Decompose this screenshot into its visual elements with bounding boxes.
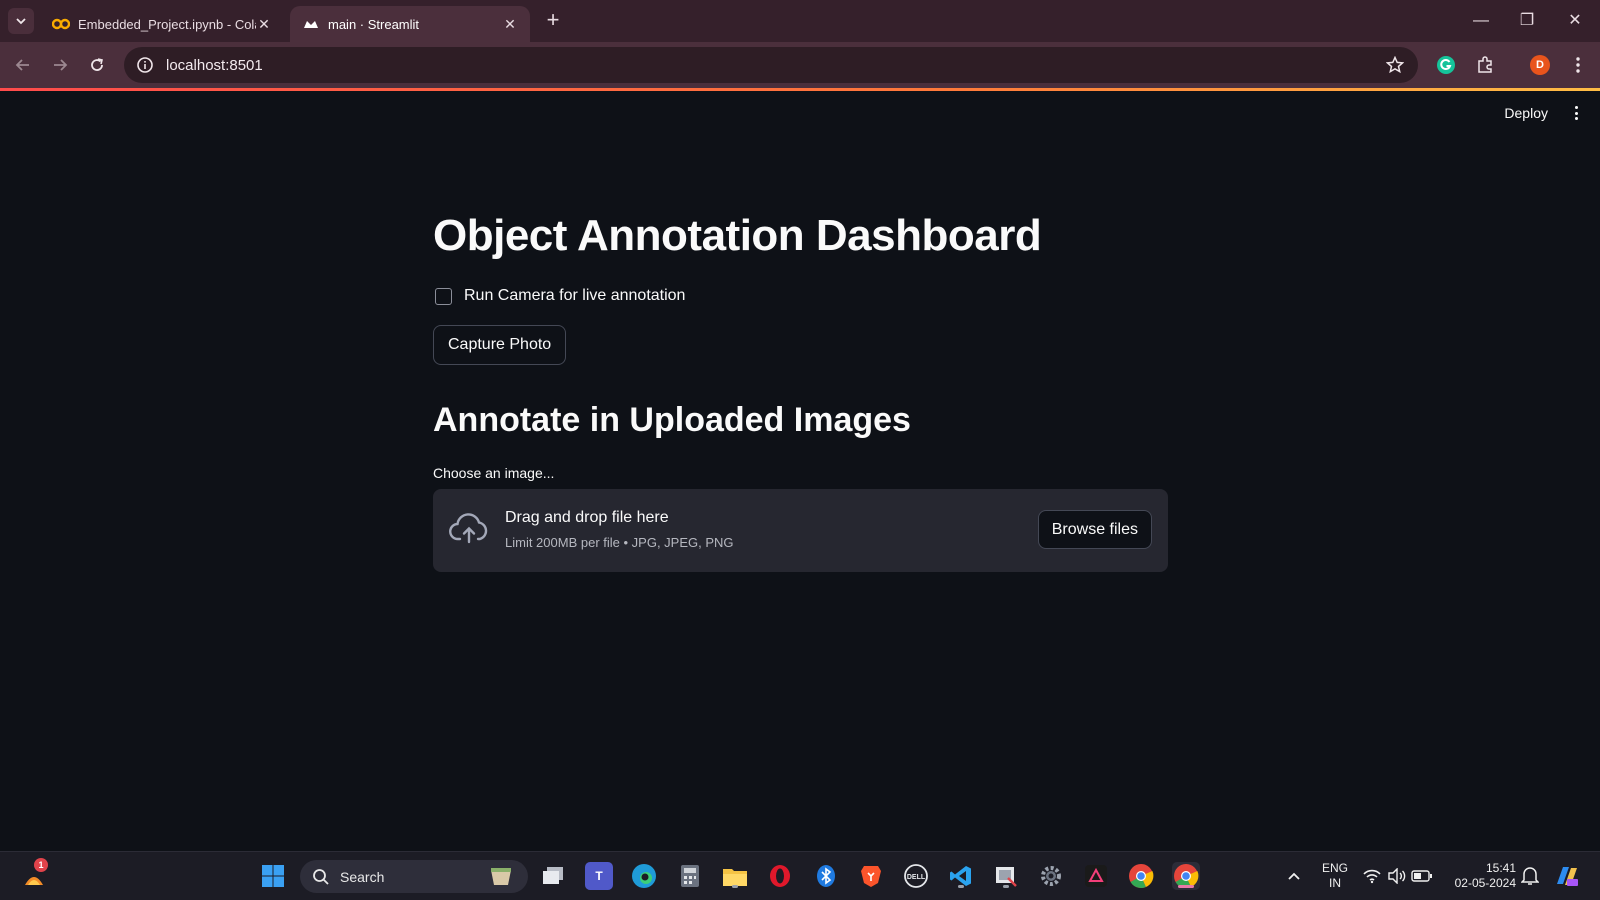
region-text: IN xyxy=(1329,876,1341,890)
search-highlight-icon xyxy=(488,864,514,893)
running-indicator xyxy=(1003,885,1009,888)
calculator-icon[interactable] xyxy=(676,862,704,890)
windows-start-icon[interactable] xyxy=(259,862,287,890)
address-bar[interactable]: localhost:8501 xyxy=(124,47,1418,83)
checkbox-box[interactable] xyxy=(435,287,452,305)
arrow-right-icon xyxy=(54,59,68,71)
chrome-profile-icon[interactable] xyxy=(1172,862,1200,890)
restore-icon[interactable]: ❐ xyxy=(1512,8,1542,34)
browser-menu-icon[interactable] xyxy=(1565,52,1591,78)
extensions-puzzle-icon[interactable] xyxy=(1472,52,1498,78)
reload-icon xyxy=(91,58,103,71)
grammarly-extension-icon[interactable] xyxy=(1433,52,1459,78)
main-menu-icon[interactable] xyxy=(1568,103,1584,123)
tab-search-button[interactable] xyxy=(8,8,34,34)
cloud-upload-icon xyxy=(449,513,489,550)
taskbar-search[interactable]: Search xyxy=(300,860,528,893)
date-text: 02-05-2024 xyxy=(1454,876,1516,890)
capture-photo-button[interactable]: Capture Photo xyxy=(433,325,567,365)
time-text: 15:41 xyxy=(1485,861,1516,875)
brave-browser-icon[interactable] xyxy=(857,862,885,890)
vscode-icon[interactable] xyxy=(947,862,975,890)
app-icon[interactable] xyxy=(1082,862,1110,890)
streamlit-icon xyxy=(302,15,320,33)
camera-checkbox-label[interactable]: Run Camera for live annotation xyxy=(464,287,685,305)
teams-icon[interactable]: T xyxy=(585,862,613,890)
svg-text:DELL: DELL xyxy=(907,874,926,881)
browser-toolbar: localhost:8501 D xyxy=(0,42,1600,88)
profile-avatar[interactable]: D xyxy=(1527,52,1553,78)
weather-widget-icon[interactable]: 1 xyxy=(20,858,48,890)
volume-icon[interactable] xyxy=(1383,862,1411,890)
chevron-up-icon[interactable] xyxy=(1280,862,1308,890)
deploy-button[interactable]: Deploy xyxy=(1504,105,1548,121)
file-dropzone[interactable]: Drag and drop file here Limit 200MB per … xyxy=(433,489,1168,572)
file-explorer-icon[interactable] xyxy=(721,862,749,890)
browser-tab-strip: Embedded_Project.ipynb - Cola ✕ main · S… xyxy=(0,0,1600,42)
arrow-left-icon xyxy=(15,59,29,71)
chevron-down-icon xyxy=(16,18,26,25)
browse-files-button[interactable]: Browse files xyxy=(1037,510,1152,549)
edge-browser-icon[interactable] xyxy=(630,862,658,890)
running-indicator xyxy=(732,885,738,888)
notification-badge: 1 xyxy=(34,858,48,872)
avatar: D xyxy=(1530,55,1550,75)
uploader-label: Choose an image... xyxy=(433,465,555,481)
copilot-icon[interactable] xyxy=(1553,862,1581,890)
notification-bell-icon[interactable] xyxy=(1516,862,1544,890)
new-tab-button[interactable]: + xyxy=(540,8,566,34)
url-text[interactable]: localhost:8501 xyxy=(166,57,263,74)
tab-colab[interactable]: Embedded_Project.ipynb - Cola ✕ xyxy=(40,6,284,42)
bluetooth-icon[interactable] xyxy=(812,862,840,890)
search-placeholder: Search xyxy=(340,868,385,885)
bookmark-star-icon[interactable] xyxy=(1385,55,1405,79)
back-button[interactable] xyxy=(10,52,36,78)
reload-button[interactable] xyxy=(84,52,110,78)
tab-streamlit[interactable]: main · Streamlit ✕ xyxy=(290,6,530,42)
language-text: ENG xyxy=(1321,861,1348,875)
info-icon[interactable] xyxy=(136,56,154,74)
tab-label: main · Streamlit xyxy=(328,16,420,32)
close-tab-icon[interactable]: ✕ xyxy=(256,16,272,33)
minimize-icon[interactable]: — xyxy=(1466,8,1496,34)
taskbar: 1 Search T DELL ENG IN 15:41 02-05-2024 xyxy=(0,851,1600,900)
language-indicator[interactable]: ENG IN xyxy=(1318,861,1352,891)
page-title: Object Annotation Dashboard xyxy=(433,211,1042,260)
wifi-icon[interactable] xyxy=(1358,862,1386,890)
snipping-tool-icon[interactable] xyxy=(992,862,1020,890)
clock[interactable]: 15:41 02-05-2024 xyxy=(1444,861,1516,891)
running-indicator xyxy=(958,885,964,888)
opera-icon[interactable] xyxy=(766,862,794,890)
tab-label: Embedded_Project.ipynb - Cola xyxy=(78,16,256,32)
active-indicator xyxy=(1178,885,1194,888)
section-heading: Annotate in Uploaded Images xyxy=(433,401,911,439)
dell-icon[interactable]: DELL xyxy=(902,862,930,890)
dropzone-title: Drag and drop file here xyxy=(505,509,669,526)
window-close-icon[interactable]: ✕ xyxy=(1560,8,1590,34)
task-view-icon[interactable] xyxy=(539,862,567,890)
search-icon xyxy=(313,868,329,885)
colab-icon xyxy=(52,15,70,33)
close-tab-icon[interactable]: ✕ xyxy=(502,16,518,33)
camera-checkbox[interactable]: Run Camera for live annotation xyxy=(435,287,685,305)
battery-icon[interactable] xyxy=(1408,862,1436,890)
settings-gear-icon[interactable] xyxy=(1037,862,1065,890)
dropzone-limits: Limit 200MB per file • JPG, JPEG, PNG xyxy=(505,535,734,550)
chrome-icon[interactable] xyxy=(1127,862,1155,890)
forward-button[interactable] xyxy=(47,52,73,78)
streamlit-app: Deploy Object Annotation Dashboard Run C… xyxy=(0,91,1600,851)
